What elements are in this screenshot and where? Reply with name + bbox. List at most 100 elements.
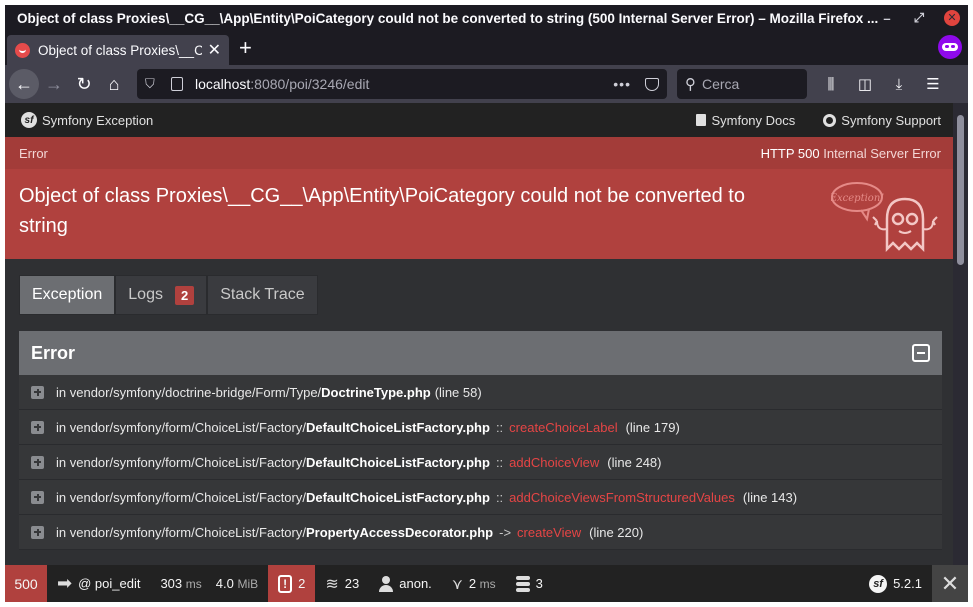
trace-function: addChoiceViewsFromStructuredValues	[509, 489, 735, 505]
tab-exception-label: Exception	[32, 286, 103, 303]
trace-row[interactable]: in vendor/symfony/form/ChoiceList/Factor…	[19, 445, 942, 480]
home-icon[interactable]: ⌂	[99, 69, 129, 99]
tracking-shield-icon[interactable]: ⛉	[145, 76, 159, 92]
expand-plus-icon[interactable]	[31, 385, 44, 399]
window-close-icon[interactable]: ✕	[944, 10, 960, 26]
navigation-toolbar: ← → ↻ ⌂ ⛉ localhost:8080/poi/3246/edit •…	[5, 65, 968, 103]
trace-row[interactable]: in vendor/symfony/form/ChoiceList/Factor…	[19, 410, 942, 445]
tab-logs[interactable]: Logs 2	[115, 275, 208, 315]
symfony-exception-brand: Symfony Exception	[42, 112, 154, 128]
exception-message: Object of class Proxies\__CG__\App\Entit…	[19, 185, 745, 237]
expand-plus-icon[interactable]	[31, 490, 44, 504]
trace-path: in vendor/symfony/doctrine-bridge/Form/T…	[56, 384, 322, 400]
expand-plus-icon[interactable]	[31, 420, 44, 434]
search-icon: ⚲	[685, 76, 696, 93]
page-actions-dots-icon[interactable]: •••	[613, 76, 631, 92]
book-icon	[696, 114, 707, 126]
trace-function: addChoiceView	[509, 454, 600, 470]
trace-file[interactable]: DefaultChoiceListFactory.php	[306, 420, 490, 435]
trace-header[interactable]: Error	[19, 331, 942, 375]
trace-function: createView	[517, 524, 582, 540]
pocket-icon[interactable]	[645, 77, 659, 91]
symfony-docs-link[interactable]: Symfony Docs	[696, 113, 795, 128]
hamburger-menu-icon[interactable]: ☰	[921, 75, 945, 93]
trace-function: createChoiceLabel	[509, 419, 618, 435]
wdt-status-code[interactable]: 500	[5, 565, 47, 602]
http-status-code: HTTP 500	[760, 145, 820, 161]
downloads-icon[interactable]: ⤓	[887, 76, 911, 93]
wdt-twig[interactable]: ⋎ 2 ms	[442, 565, 506, 602]
search-box[interactable]: ⚲ Cerca	[677, 69, 807, 99]
address-bar[interactable]: ⛉ localhost:8080/poi/3246/edit •••	[137, 69, 667, 99]
library-icon[interactable]: ⫼	[819, 76, 843, 93]
expand-plus-icon[interactable]	[31, 525, 44, 539]
trace-line-number: (line 220)	[589, 524, 644, 540]
tab-stack-trace-label: Stack Trace	[220, 286, 305, 303]
tab-stack-trace[interactable]: Stack Trace	[207, 275, 318, 315]
trace-separator: ::	[495, 419, 504, 435]
wdt-exceptions[interactable]: ! 2	[268, 565, 316, 602]
wdt-memory: 4.0	[215, 576, 234, 591]
wdt-performance[interactable]: 303 ms 4.0 MiB	[150, 565, 268, 602]
symfony-logo-icon: sf	[21, 112, 37, 128]
maximize-icon[interactable]: ⤢	[912, 10, 926, 26]
wdt-forms-count: 23	[344, 576, 360, 591]
wdt-version: 5.2.1	[893, 576, 922, 591]
tab-logs-label: Logs	[128, 286, 163, 303]
trace-line-number: (line 179)	[625, 419, 680, 435]
private-browsing-mask-icon	[938, 35, 962, 59]
symfony-support-label: Symfony Support	[841, 112, 941, 128]
scrollbar-thumb[interactable]	[957, 115, 964, 265]
new-tab-plus-icon[interactable]: +	[239, 35, 252, 61]
trace-row[interactable]: in vendor/symfony/form/ChoiceList/Factor…	[19, 480, 942, 515]
collapse-toggle-icon[interactable]	[912, 344, 930, 362]
trace-path: in vendor/symfony/form/ChoiceList/Factor…	[56, 524, 306, 540]
forward-arrow-icon[interactable]: →	[39, 69, 69, 99]
trace-separator: ::	[495, 489, 504, 505]
exception-exclamation-icon: !	[278, 574, 293, 593]
minimize-icon[interactable]: –	[880, 11, 894, 26]
wdt-exception-count: 2	[298, 576, 306, 591]
http-status: HTTP 500 Internal Server Error	[761, 146, 941, 161]
page-content: sf Symfony Exception Symfony Docs Symfon…	[5, 103, 953, 602]
database-icon	[515, 575, 530, 592]
trace-separator: ->	[499, 524, 512, 540]
wdt-symfony-version[interactable]: sf 5.2.1	[859, 565, 932, 602]
browser-tab-title: Object of class Proxies\__C	[38, 42, 202, 58]
trace-file[interactable]: DefaultChoiceListFactory.php	[306, 455, 490, 470]
wdt-route: @ poi_edit	[78, 576, 141, 591]
trace-file[interactable]: DoctrineType.php	[321, 385, 431, 400]
symfony-support-link[interactable]: Symfony Support	[823, 113, 941, 128]
expand-plus-icon[interactable]	[31, 455, 44, 469]
exception-banner: Error HTTP 500 Internal Server Error Obj…	[5, 137, 953, 259]
exception-label: Error	[19, 145, 48, 161]
wdt-close-icon[interactable]: ✕	[932, 565, 968, 602]
reload-icon[interactable]: ↻	[69, 69, 99, 99]
logs-count-badge: 2	[174, 285, 195, 305]
tab-exception[interactable]: Exception	[19, 275, 116, 315]
back-arrow-icon[interactable]: ←	[9, 69, 39, 99]
trace-path: in vendor/symfony/form/ChoiceList/Factor…	[56, 489, 306, 505]
window-title: Object of class Proxies\__CG__\App\Entit…	[17, 10, 879, 26]
trace-file[interactable]: PropertyAccessDecorator.php	[306, 525, 493, 540]
wdt-forms[interactable]: ≋ 23	[315, 565, 369, 602]
trace-file[interactable]: DefaultChoiceListFactory.php	[306, 490, 490, 505]
wdt-security[interactable]: anon.	[369, 565, 442, 602]
browser-tab[interactable]: Object of class Proxies\__C ✕	[7, 35, 229, 65]
tab-close-icon[interactable]: ✕	[208, 40, 221, 60]
http-status-text: Internal Server Error	[823, 145, 941, 161]
page-info-icon[interactable]	[171, 77, 183, 91]
exception-ghost-icon: Exception!	[831, 182, 938, 253]
page-scrollbar[interactable]	[953, 103, 968, 602]
user-icon	[379, 575, 394, 592]
trace-row[interactable]: in vendor/symfony/form/ChoiceList/Factor…	[19, 515, 942, 550]
sidebar-icon[interactable]: ◫	[853, 75, 877, 93]
wdt-database[interactable]: 3	[506, 565, 553, 602]
symfony-version-logo-icon: sf	[869, 574, 888, 593]
wdt-request[interactable]: ➡ @ poi_edit	[47, 565, 150, 602]
url-path: :8080/poi/3246/edit	[250, 76, 370, 92]
trace-row[interactable]: in vendor/symfony/doctrine-bridge/Form/T…	[19, 375, 942, 410]
forms-layers-icon: ≋	[325, 575, 339, 593]
web-debug-toolbar: 500 ➡ @ poi_edit 303 ms 4.0 MiB ! 2 ≋ 23…	[5, 565, 968, 602]
trace-line-number: (line 58)	[434, 384, 482, 400]
